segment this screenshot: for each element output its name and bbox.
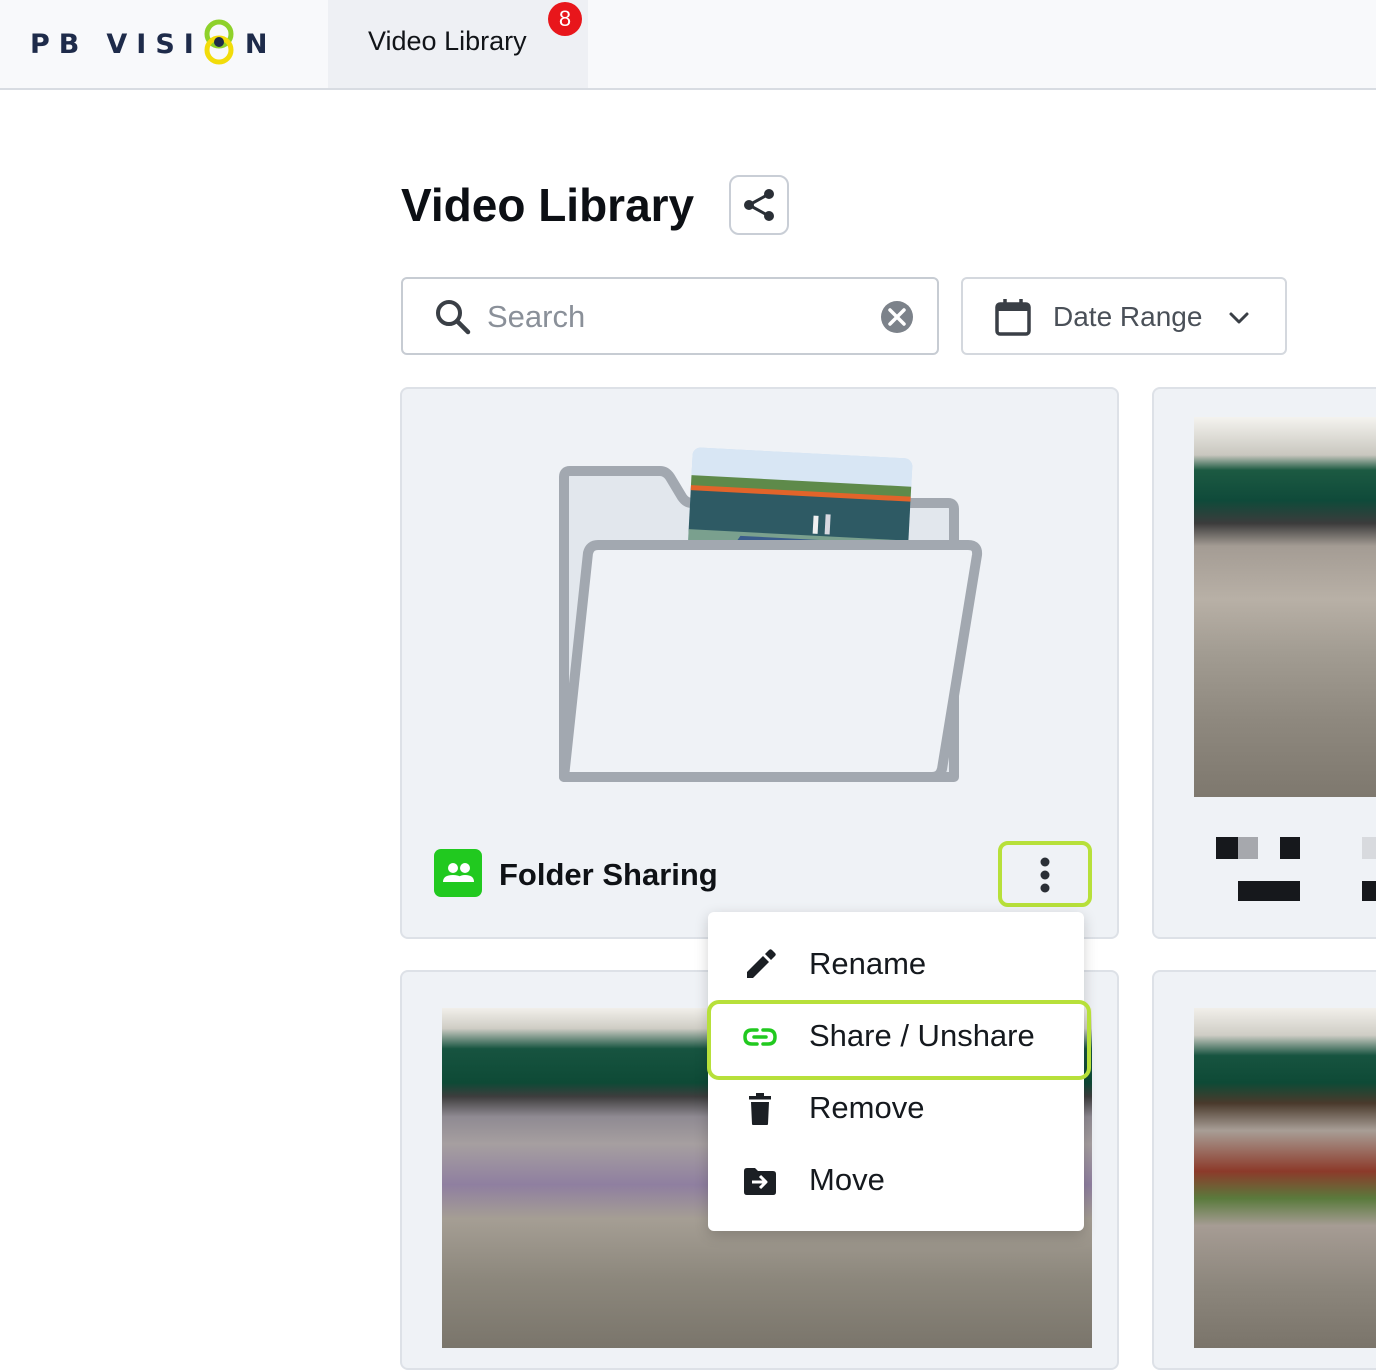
share-icon bbox=[744, 189, 774, 221]
share-library-button[interactable] bbox=[729, 175, 789, 235]
video-card[interactable] bbox=[1152, 970, 1376, 1370]
video-thumbnail bbox=[1194, 417, 1376, 797]
folder-card[interactable]: Folder Sharing bbox=[400, 387, 1119, 939]
date-range-dropdown[interactable]: Date Range bbox=[961, 277, 1287, 355]
top-bar: PB VISI N Video Library 8 bbox=[0, 0, 1376, 90]
menu-label: Rename bbox=[809, 946, 927, 981]
folder-thumbnail-icon bbox=[559, 447, 983, 782]
page-title: Video Library bbox=[401, 179, 695, 231]
tab-video-library[interactable]: Video Library 8 bbox=[328, 0, 588, 88]
menu-label: Move bbox=[809, 1162, 885, 1197]
menu-label: Share / Unshare bbox=[809, 1018, 1035, 1053]
menu-label: Remove bbox=[809, 1090, 925, 1125]
date-range-label: Date Range bbox=[1053, 301, 1203, 332]
menu-item-remove[interactable]: Remove bbox=[708, 1073, 1084, 1145]
folder-context-menu: Rename Share / Unshare Remove Move bbox=[708, 912, 1084, 1231]
search-input[interactable] bbox=[485, 295, 869, 339]
chevron-down-icon bbox=[1229, 312, 1249, 324]
redacted-text bbox=[1216, 837, 1238, 859]
video-thumbnail bbox=[1194, 1008, 1376, 1348]
logo-text-pb: PB bbox=[30, 28, 89, 60]
folder-move-icon bbox=[744, 1168, 776, 1195]
trash-icon bbox=[749, 1093, 771, 1125]
notification-badge: 8 bbox=[548, 2, 582, 36]
calendar-icon bbox=[995, 299, 1031, 336]
logo-text-visi: VISI bbox=[106, 28, 203, 60]
link-icon bbox=[743, 1028, 777, 1046]
search-icon bbox=[436, 300, 471, 335]
menu-item-rename[interactable]: Rename bbox=[708, 929, 1084, 1001]
search-box bbox=[401, 277, 939, 355]
logo-rings-icon bbox=[203, 19, 239, 66]
video-card[interactable] bbox=[1152, 387, 1376, 939]
folder-name: Folder Sharing bbox=[499, 857, 718, 892]
clear-search-icon[interactable] bbox=[879, 299, 915, 335]
pencil-icon bbox=[747, 949, 776, 978]
logo-text-n: N bbox=[244, 28, 277, 60]
more-vertical-icon bbox=[1040, 857, 1050, 893]
folder-options-button[interactable] bbox=[998, 841, 1092, 907]
pb-vision-logo[interactable]: PB VISI N bbox=[30, 19, 277, 66]
shared-people-icon bbox=[434, 849, 482, 897]
tab-label: Video Library bbox=[368, 26, 527, 56]
menu-item-move[interactable]: Move bbox=[708, 1145, 1084, 1217]
menu-item-share-unshare[interactable]: Share / Unshare bbox=[708, 1001, 1084, 1073]
